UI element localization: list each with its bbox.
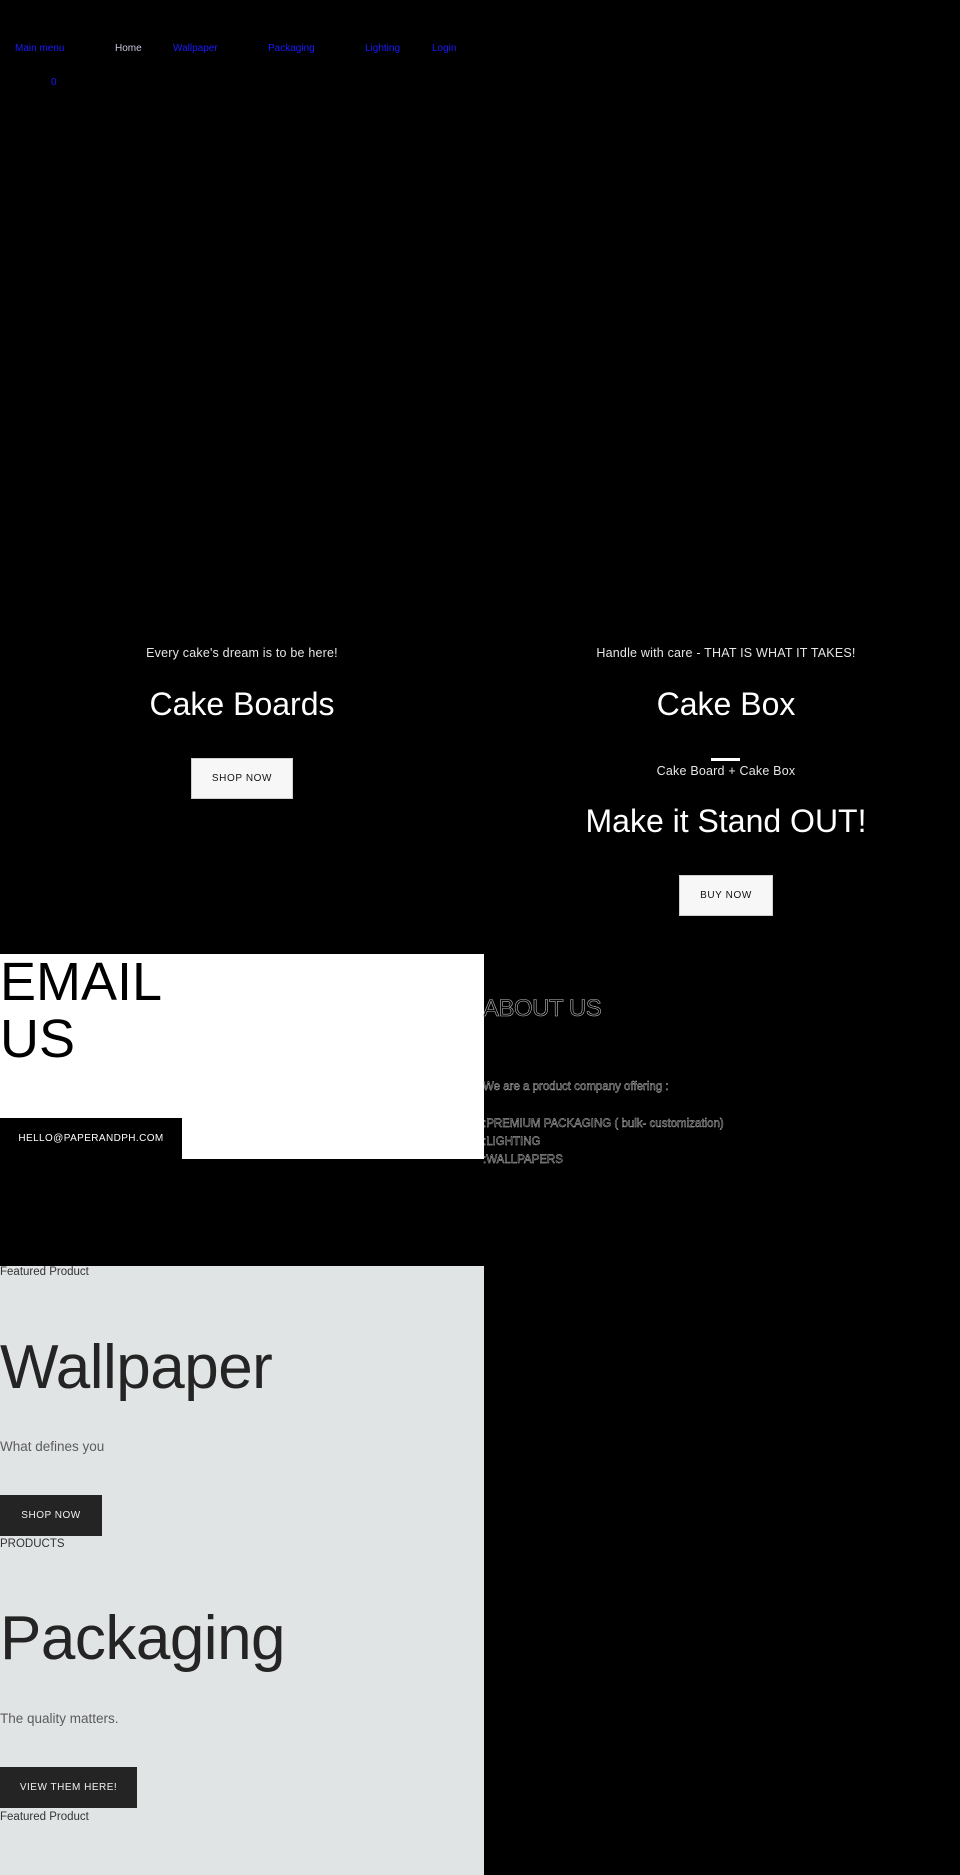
cart-count-link[interactable]: 0: [51, 77, 57, 88]
about-list-item: :WALLPAPERS: [483, 1154, 563, 1166]
nav-wallpaper[interactable]: Wallpaper: [173, 42, 218, 56]
nav-home[interactable]: Home: [115, 42, 142, 56]
section-divider: [711, 758, 740, 761]
cake-boards-eyebrow: Every cake's dream is to be here!: [146, 646, 338, 660]
cake-box-buy-now-button[interactable]: BUY NOW: [679, 875, 773, 916]
cake-box-title: Cake Box: [656, 686, 796, 722]
cake-box-tagline: Make it Stand OUT!: [585, 803, 867, 839]
packaging-title: Packaging: [0, 1604, 286, 1673]
cake-boards-shop-now-button[interactable]: SHOP NOW: [191, 758, 293, 799]
packaging-subtitle: The quality matters.: [0, 1711, 119, 1726]
wallpaper-subtitle: What defines you: [0, 1439, 105, 1454]
about-list-item: :LIGHTING: [483, 1136, 541, 1148]
nav-login[interactable]: Login: [432, 42, 456, 56]
featured-product-label: Featured Product: [0, 1266, 89, 1278]
wallpaper-title: Wallpaper: [0, 1333, 273, 1402]
email-address-button[interactable]: HELLO@PAPERANDPH.COM: [0, 1118, 182, 1159]
wallpaper-shop-now-button[interactable]: SHOP NOW: [0, 1495, 102, 1536]
featured-product-label: Featured Product: [0, 1811, 89, 1823]
email-us-section: EMAIL US HELLO@PAPERANDPH.COM: [0, 954, 484, 1159]
cake-boards-title: Cake Boards: [149, 686, 335, 722]
about-us-intro: We are a product company offering :: [483, 1081, 669, 1093]
nav-packaging[interactable]: Packaging: [268, 42, 315, 56]
nav-lighting[interactable]: Lighting: [365, 42, 400, 56]
email-title-line-2: US: [0, 1009, 76, 1069]
products-label: PRODUCTS: [0, 1538, 65, 1550]
packaging-view-button[interactable]: VIEW THEM HERE!: [0, 1767, 137, 1808]
about-us-title: ABOUT US: [483, 995, 602, 1023]
about-list-item: :PREMIUM PACKAGING ( bulk- customization…: [483, 1118, 724, 1130]
cake-box-eyebrow: Handle with care - THAT IS WHAT IT TAKES…: [596, 646, 856, 660]
email-us-title: EMAIL US: [0, 954, 162, 1068]
cake-box-subtitle: Cake Board + Cake Box: [656, 764, 796, 778]
featured-products-section: Featured Product Wallpaper What defines …: [0, 1266, 484, 1875]
nav-main-menu[interactable]: Main menu: [15, 42, 64, 56]
email-title-line-1: EMAIL: [0, 952, 163, 1012]
